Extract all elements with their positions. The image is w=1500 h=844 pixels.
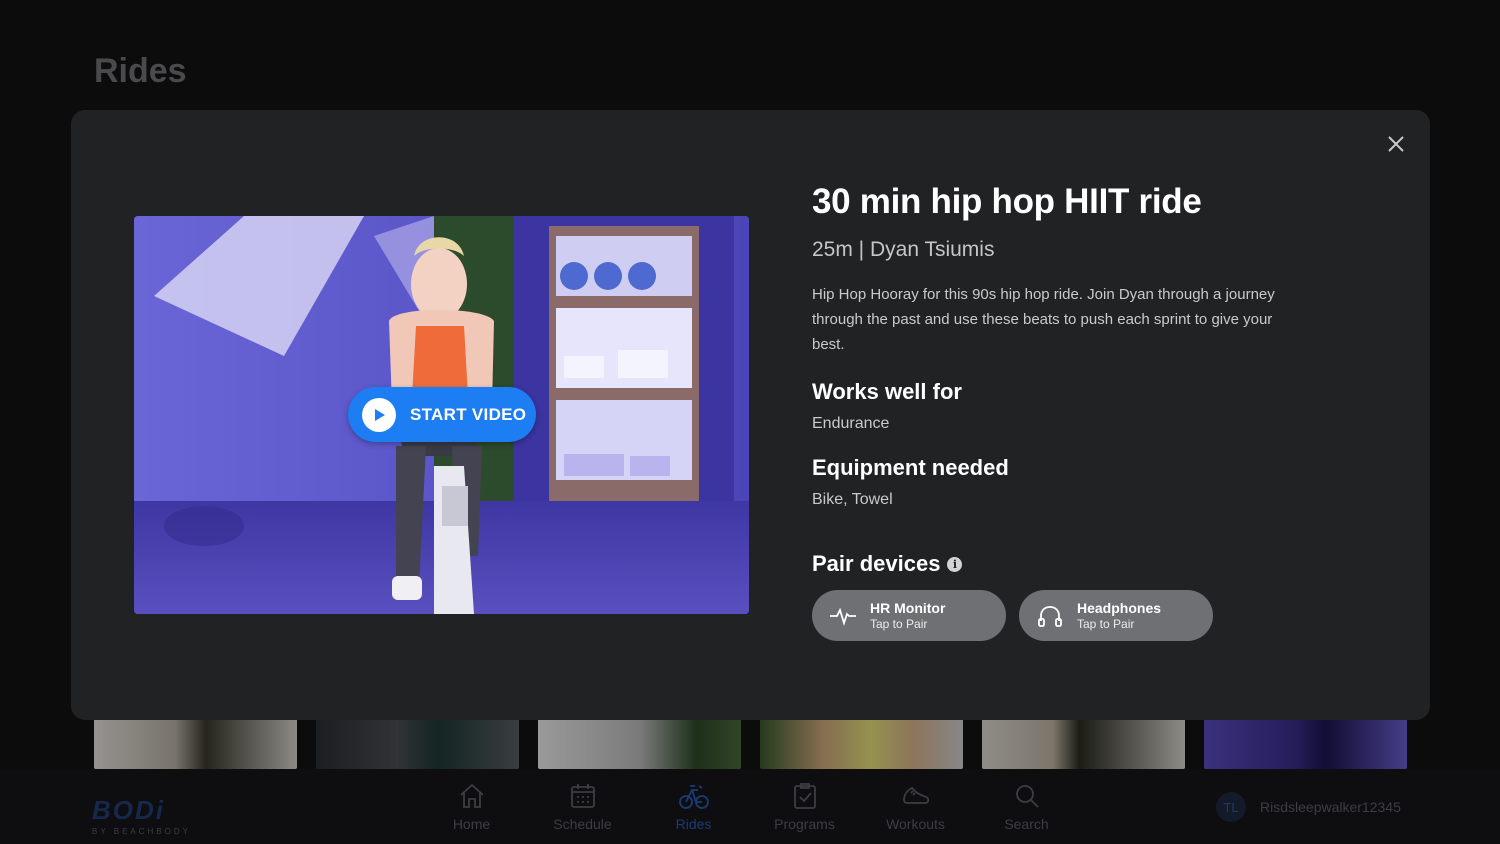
works-well-value: Endurance (812, 415, 890, 432)
works-well-heading: Works well for (812, 379, 962, 404)
ride-tile[interactable] (316, 712, 519, 769)
pair-devices-label: Pair devices (812, 551, 941, 576)
bike-icon (678, 785, 709, 809)
home-icon (459, 783, 484, 808)
start-video-button[interactable]: START VIDEO (348, 387, 536, 442)
username: Risdsleepwalker12345 (1260, 799, 1401, 815)
start-video-label: START VIDEO (410, 404, 527, 424)
nav-schedule[interactable]: Schedule (527, 780, 638, 832)
calendar-icon (570, 784, 595, 808)
logo-tagline: BY BEACHBODY (92, 827, 191, 836)
heartbeat-icon (830, 607, 856, 626)
nav-workouts[interactable]: Workouts (860, 780, 971, 832)
nav-schedule-label: Schedule (553, 816, 612, 832)
search-icon (1015, 785, 1039, 808)
nav-home[interactable]: Home (416, 780, 527, 832)
logo-wordmark: BODi (92, 795, 165, 825)
info-icon[interactable]: i (947, 556, 963, 572)
ride-tile[interactable] (1204, 712, 1407, 769)
close-button[interactable] (1384, 132, 1408, 156)
sneaker-icon (902, 786, 929, 804)
hr-monitor-name: HR Monitor (870, 600, 946, 616)
nav-search[interactable]: Search (971, 780, 1082, 832)
close-icon (1388, 136, 1404, 152)
headphones-button[interactable]: Headphones Tap to Pair (1019, 590, 1213, 641)
app-root: Rides BODi BY BEACHBODY Home Schedule Ri… (0, 0, 1500, 844)
play-icon (362, 397, 396, 432)
hr-monitor-sub: Tap to Pair (870, 617, 928, 631)
ride-meta: 25m | Dyan Tsiumis (812, 238, 995, 261)
user-profile[interactable]: TL Risdsleepwalker12345 (1216, 792, 1401, 822)
ride-tiles-row (94, 712, 1407, 769)
ride-description: Hip Hop Hooray for this 90s hip hop ride… (812, 286, 1275, 353)
ride-tile[interactable] (94, 712, 297, 769)
ride-title: 30 min hip hop HIIT ride (812, 182, 1202, 221)
ride-tile[interactable] (982, 712, 1185, 769)
ride-tile[interactable] (760, 712, 963, 769)
headphones-icon (1038, 605, 1062, 627)
headphones-sub: Tap to Pair (1077, 617, 1135, 631)
video-preview[interactable]: START VIDEO (134, 216, 749, 614)
nav-search-label: Search (1004, 816, 1049, 832)
hr-monitor-text: HR Monitor Tap to Pair (870, 600, 945, 631)
avatar: TL (1216, 792, 1246, 822)
device-pair-buttons: HR Monitor Tap to Pair Headphones Tap to… (812, 590, 1282, 641)
equipment-value: Bike, Towel (812, 491, 893, 508)
nav-home-label: Home (452, 816, 491, 832)
ride-tile[interactable] (538, 712, 741, 769)
bodi-logo: BODi BY BEACHBODY (92, 795, 191, 836)
page-title: Rides (94, 52, 187, 90)
nav-programs[interactable]: Programs (749, 780, 860, 832)
ride-info: 30 min hip hop HIIT ride 25m | Dyan Tsiu… (812, 182, 1282, 641)
equipment-heading: Equipment needed (812, 455, 1009, 480)
nav-programs-label: Programs (774, 816, 835, 832)
headphones-name: Headphones (1077, 600, 1162, 616)
pair-devices-heading: Pair devices i (812, 551, 1282, 577)
headphones-text: Headphones Tap to Pair (1077, 600, 1161, 631)
clipboard-check-icon (793, 783, 816, 809)
nav-workouts-label: Workouts (886, 816, 945, 832)
nav-items: Home Schedule Rides Programs Workouts Se… (416, 780, 1082, 832)
hr-monitor-button[interactable]: HR Monitor Tap to Pair (812, 590, 1006, 641)
ride-detail-modal: START VIDEO 30 min hip hop HIIT ride 25m… (71, 110, 1430, 720)
nav-rides-label: Rides (675, 816, 712, 832)
nav-rides[interactable]: Rides (638, 780, 749, 832)
